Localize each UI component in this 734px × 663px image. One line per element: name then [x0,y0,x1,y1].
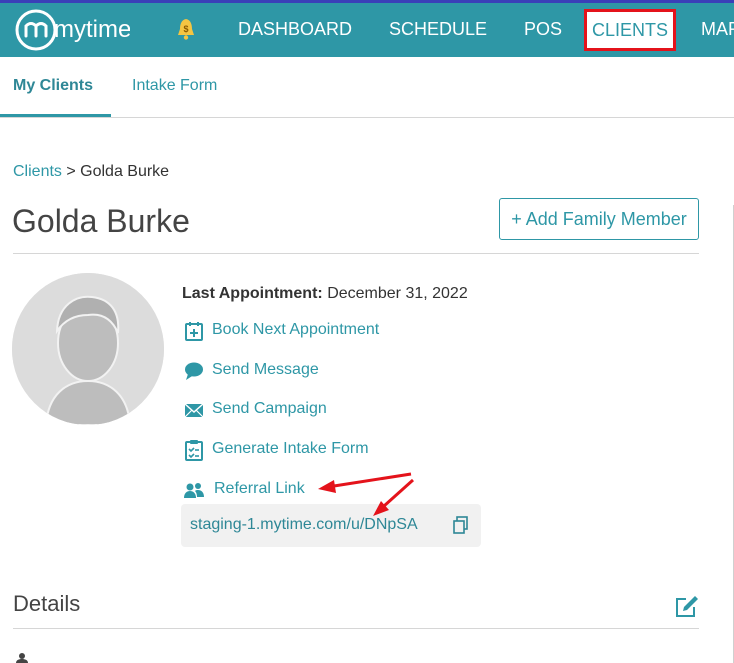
breadcrumb-clients-link[interactable]: Clients [13,163,62,180]
send-campaign-label: Send Campaign [212,400,327,417]
avatar [12,273,164,425]
svg-text:$: $ [183,24,188,34]
clipboard-check-icon [185,440,203,461]
divider [13,253,699,254]
referral-url[interactable]: staging-1.mytime.com/u/DNpSA [190,516,418,534]
mytime-logo[interactable]: mytime [14,7,130,53]
chat-bubble-icon [185,362,203,380]
last-appointment-label: Last Appointment: [182,285,323,302]
top-navbar: mytime $ DASHBOARD SCHEDULE POS CLIENTS … [0,3,734,57]
avatar-placeholder-icon [12,273,164,425]
nav-dashboard[interactable]: DASHBOARD [238,3,352,57]
copy-icon[interactable] [453,516,469,534]
nav-schedule[interactable]: SCHEDULE [389,3,487,57]
nav-pos[interactable]: POS [524,3,562,57]
user-icon [16,653,28,663]
tab-my-clients[interactable]: My Clients [13,57,93,115]
referral-url-box: staging-1.mytime.com/u/DNpSA [181,504,481,547]
page-title: Golda Burke [12,203,190,239]
arrow-to-referral-link [333,472,412,488]
breadcrumb-separator: > [61,163,81,180]
send-message-label: Send Message [212,361,319,378]
users-icon [184,483,204,498]
arrow-head-referral-link [318,480,336,493]
logo-text: mytime [54,16,130,43]
nav-marketing[interactable]: MAR [701,3,734,57]
details-heading: Details [13,591,81,616]
last-appointment-value: December 31, 2022 [327,285,468,302]
calendar-plus-icon [185,322,203,341]
nav-clients[interactable]: CLIENTS [584,9,676,51]
book-next-appointment-label: Book Next Appointment [212,321,380,338]
add-family-member-button[interactable]: + Add Family Member [499,198,699,240]
last-appointment: Last Appointment: December 31, 2022 [182,285,468,303]
arrow-to-referral-url [382,478,415,508]
breadcrumb: Clients > Golda Burke [13,163,169,181]
breadcrumb-current: Golda Burke [80,163,170,180]
active-tab-indicator [0,114,111,117]
sub-navigation: My Clients Intake Form [0,57,734,118]
edit-icon[interactable] [674,594,700,618]
referral-link-label: Referral Link [214,480,305,497]
envelope-icon [184,403,204,418]
divider [13,628,699,629]
bell-icon[interactable]: $ [176,17,196,41]
tab-intake-form[interactable]: Intake Form [132,57,217,115]
generate-intake-form-label: Generate Intake Form [212,440,369,457]
